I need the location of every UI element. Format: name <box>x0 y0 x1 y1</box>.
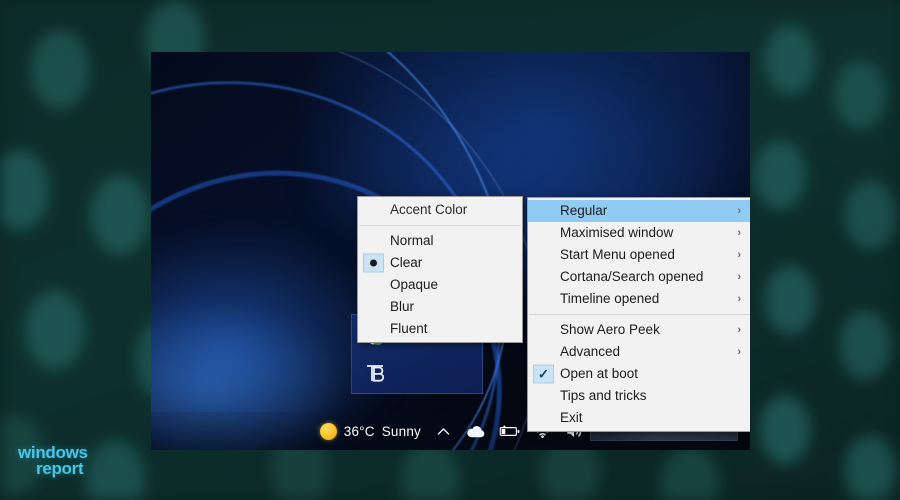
menu-separator <box>359 225 521 226</box>
accent-item-blur[interactable]: Blur <box>358 296 522 318</box>
onedrive-cloud-icon[interactable] <box>465 423 486 440</box>
accent-item-fluent[interactable]: Fluent <box>358 318 522 340</box>
menu-item-exit[interactable]: Exit <box>528 407 750 429</box>
chevron-right-icon: › <box>737 222 741 244</box>
taskbar-weather-widget[interactable]: 36°C Sunny <box>320 423 435 440</box>
windows-report-watermark: windows report <box>18 445 88 477</box>
chevron-right-icon: › <box>737 200 741 222</box>
accent-item-clear[interactable]: Clear <box>358 252 522 274</box>
menu-item-timeline-opened[interactable]: Timeline opened › <box>528 288 750 310</box>
translucenttb-icon[interactable] <box>363 361 387 390</box>
watermark-line-2: report <box>36 461 88 477</box>
translucenttb-context-menu[interactable]: Regular › Maximised window › Start Menu … <box>527 197 750 432</box>
menu-item-tips-and-tricks[interactable]: Tips and tricks <box>528 385 750 407</box>
accent-color-header: Accent Color <box>358 199 522 221</box>
weather-temperature: 36°C <box>344 424 375 439</box>
checkmark-icon: ✓ <box>533 365 554 384</box>
chevron-right-icon: › <box>737 288 741 310</box>
sun-icon <box>320 423 337 440</box>
chevron-right-icon: › <box>737 319 741 341</box>
accent-item-normal[interactable]: Normal <box>358 230 522 252</box>
chevron-up-icon[interactable] <box>435 423 452 440</box>
chevron-right-icon: › <box>737 341 741 363</box>
menu-item-maximised-window[interactable]: Maximised window › <box>528 222 750 244</box>
menu-item-show-aero-peek[interactable]: Show Aero Peek › <box>528 319 750 341</box>
menu-separator <box>529 314 750 315</box>
chevron-right-icon: › <box>737 266 741 288</box>
battery-icon[interactable] <box>499 424 520 439</box>
weather-condition: Sunny <box>382 424 421 439</box>
menu-item-open-at-boot[interactable]: ✓ Open at boot <box>528 363 750 385</box>
menu-item-advanced[interactable]: Advanced › <box>528 341 750 363</box>
menu-item-cortana-search-opened[interactable]: Cortana/Search opened › <box>528 266 750 288</box>
radio-selected-icon <box>363 254 384 273</box>
desktop-screenshot: 36°C Sunny <box>151 52 750 450</box>
accent-color-submenu[interactable]: Accent Color Normal Clear Opaque Blur Fl… <box>357 196 523 343</box>
menu-item-start-menu-opened[interactable]: Start Menu opened › <box>528 244 750 266</box>
accent-item-opaque[interactable]: Opaque <box>358 274 522 296</box>
menu-item-regular[interactable]: Regular › <box>528 200 750 222</box>
chevron-right-icon: › <box>737 244 741 266</box>
